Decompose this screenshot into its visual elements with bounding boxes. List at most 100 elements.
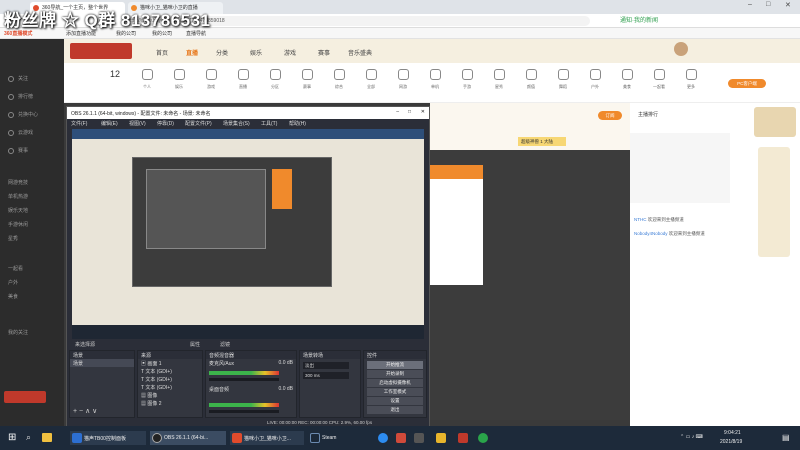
properties-button[interactable]: 属性 bbox=[190, 341, 200, 348]
menu-item[interactable]: 文件(F) bbox=[71, 120, 87, 127]
add-remove-icon[interactable]: + − ∧ ∨ bbox=[73, 407, 97, 415]
sidebar-item[interactable]: 关注 bbox=[8, 75, 28, 82]
taskbar-item[interactable]: OBS 26.1.1 (64-bi... bbox=[150, 431, 226, 445]
nav-item[interactable]: 音乐盛典 bbox=[348, 48, 372, 57]
category-item[interactable]: 综合 bbox=[322, 69, 356, 90]
sidebar-item[interactable]: 赛事 bbox=[8, 147, 28, 154]
sidebar-item[interactable]: 一起看 bbox=[8, 265, 23, 272]
folder-icon[interactable] bbox=[42, 433, 52, 442]
notification-icon[interactable]: ▤ bbox=[782, 433, 790, 442]
transition-select[interactable]: 淡出 bbox=[303, 362, 349, 369]
category-item[interactable]: 颜值 bbox=[514, 69, 548, 90]
site-logo[interactable] bbox=[70, 43, 132, 59]
notice-text[interactable]: 通知·我的新闻 bbox=[620, 15, 658, 24]
category-item[interactable]: 单机 bbox=[418, 69, 452, 90]
nav-item-active[interactable]: 直播 bbox=[186, 48, 198, 57]
bookmark-item[interactable]: 我的公司 bbox=[152, 30, 172, 37]
category-item[interactable]: 全部 bbox=[354, 69, 388, 90]
sidebar-item[interactable]: 排行榜 bbox=[8, 93, 33, 100]
bookmark-item[interactable]: 我的公司 bbox=[116, 30, 136, 37]
clock-time[interactable]: 9:04:21 bbox=[724, 430, 741, 436]
nav-item[interactable]: 赛事 bbox=[318, 48, 330, 57]
start-stream-button[interactable]: 开始推流 bbox=[367, 361, 423, 369]
search-icon[interactable]: ⌕ bbox=[26, 432, 31, 443]
nav-item[interactable]: 游戏 bbox=[284, 48, 296, 57]
promo-banner[interactable] bbox=[754, 107, 796, 137]
menu-item[interactable]: 配置文件(P) bbox=[185, 120, 212, 127]
category-item[interactable]: 更多 bbox=[674, 69, 708, 90]
app-icon[interactable] bbox=[458, 433, 468, 443]
category-item[interactable]: 分区 bbox=[258, 69, 292, 90]
source-item[interactable]: ▦ 图像 2 bbox=[138, 399, 202, 407]
chat-user[interactable]: Nobody4Nobody bbox=[634, 231, 668, 236]
taskbar-item[interactable]: 猫咪小卫_猫咪小卫... bbox=[230, 431, 304, 445]
source-item[interactable]: T 文本 (GDI+) bbox=[138, 383, 202, 391]
filters-button[interactable]: 滤镜 bbox=[220, 341, 230, 348]
studio-mode-button[interactable]: 工作室模式 bbox=[367, 388, 423, 396]
maximize-icon[interactable]: □ bbox=[766, 1, 770, 8]
scene-item[interactable]: 场景 bbox=[70, 359, 134, 367]
menu-item[interactable]: 编辑(E) bbox=[101, 120, 118, 127]
app-icon[interactable] bbox=[378, 433, 388, 443]
clock-date[interactable]: 2021/8/19 bbox=[720, 439, 742, 445]
tray-icons[interactable]: ⌃ ▭ ♪ ⌨ bbox=[680, 434, 703, 440]
nav-item[interactable]: 娱乐 bbox=[250, 48, 262, 57]
taskbar-item[interactable]: 猫声TB00控制面板 bbox=[70, 431, 146, 445]
category-item[interactable]: 网游 bbox=[386, 69, 420, 90]
volume-slider[interactable] bbox=[209, 378, 279, 381]
source-item[interactable]: ▣ 画面 1 bbox=[138, 359, 202, 367]
category-item[interactable]: 一起看 bbox=[642, 69, 676, 90]
app-icon[interactable] bbox=[478, 433, 488, 443]
sidebar-item[interactable]: 户外 bbox=[8, 279, 18, 286]
close-icon[interactable]: ✕ bbox=[421, 109, 425, 115]
sidebar-item[interactable]: 云游戏 bbox=[8, 129, 33, 136]
sidebar-item[interactable]: 美食 bbox=[8, 293, 18, 300]
obs-preview[interactable] bbox=[72, 129, 424, 339]
category-item[interactable]: 赛事 bbox=[290, 69, 324, 90]
category-item[interactable]: 手游 bbox=[450, 69, 484, 90]
app-icon[interactable] bbox=[436, 433, 446, 443]
sidebar-item[interactable]: 手游休闲 bbox=[8, 221, 28, 228]
source-item[interactable]: T 文本 (GDI+) bbox=[138, 367, 202, 375]
menu-item[interactable]: 视图(V) bbox=[129, 120, 146, 127]
maximize-icon[interactable]: □ bbox=[408, 109, 411, 115]
minimize-icon[interactable]: – bbox=[748, 1, 752, 8]
duration-field[interactable]: 300 ms bbox=[303, 372, 349, 379]
app-icon[interactable] bbox=[414, 433, 424, 443]
source-item[interactable]: T 文本 (GDI+) bbox=[138, 375, 202, 383]
menu-item[interactable]: 停靠(D) bbox=[157, 120, 174, 127]
nav-item[interactable]: 首页 bbox=[156, 48, 168, 57]
sidebar-item[interactable]: 我的关注 bbox=[8, 329, 28, 336]
category-item[interactable]: 游戏 bbox=[194, 69, 228, 90]
follow-button[interactable]: 订阅 bbox=[598, 111, 622, 120]
category-item[interactable]: 星秀 bbox=[482, 69, 516, 90]
avatar[interactable] bbox=[674, 42, 688, 56]
category-item[interactable]: 户外 bbox=[578, 69, 612, 90]
bookmark-item[interactable]: 添加直播功能 bbox=[66, 30, 96, 37]
category-item[interactable]: 个人 bbox=[130, 69, 164, 90]
category-item[interactable]: 娱乐 bbox=[162, 69, 196, 90]
menu-item[interactable]: 工具(T) bbox=[261, 120, 277, 127]
settings-button[interactable]: 设置 bbox=[367, 397, 423, 405]
exit-button[interactable]: 退出 bbox=[367, 406, 423, 414]
bookmark-item[interactable]: 直播导航 bbox=[186, 30, 206, 37]
category-item[interactable]: 直播 bbox=[226, 69, 260, 90]
windows-start-icon[interactable]: ⊞ bbox=[8, 432, 16, 443]
bookmark-item[interactable]: 360直播模式 bbox=[4, 30, 32, 37]
nav-item[interactable]: 分类 bbox=[216, 48, 228, 57]
side-promo[interactable] bbox=[758, 147, 790, 257]
minimize-icon[interactable]: – bbox=[396, 109, 399, 115]
sidebar-item[interactable]: 娱乐天地 bbox=[8, 207, 28, 214]
chat-user[interactable]: NTHC bbox=[634, 217, 647, 222]
sidebar-item[interactable]: 星秀 bbox=[8, 235, 18, 242]
source-item[interactable]: ▦ 图像 bbox=[138, 391, 202, 399]
taskbar-item[interactable]: Steam bbox=[308, 431, 348, 445]
menu-item[interactable]: 帮助(H) bbox=[289, 120, 306, 127]
volume-slider[interactable] bbox=[209, 410, 279, 413]
app-icon[interactable] bbox=[396, 433, 406, 443]
pc-client-button[interactable]: PC客户端 bbox=[728, 79, 766, 88]
category-item[interactable]: 美食 bbox=[610, 69, 644, 90]
close-icon[interactable]: ✕ bbox=[785, 1, 791, 9]
sidebar-item[interactable]: 网游竞技 bbox=[8, 179, 28, 186]
sidebar-item[interactable]: 单机热游 bbox=[8, 193, 28, 200]
